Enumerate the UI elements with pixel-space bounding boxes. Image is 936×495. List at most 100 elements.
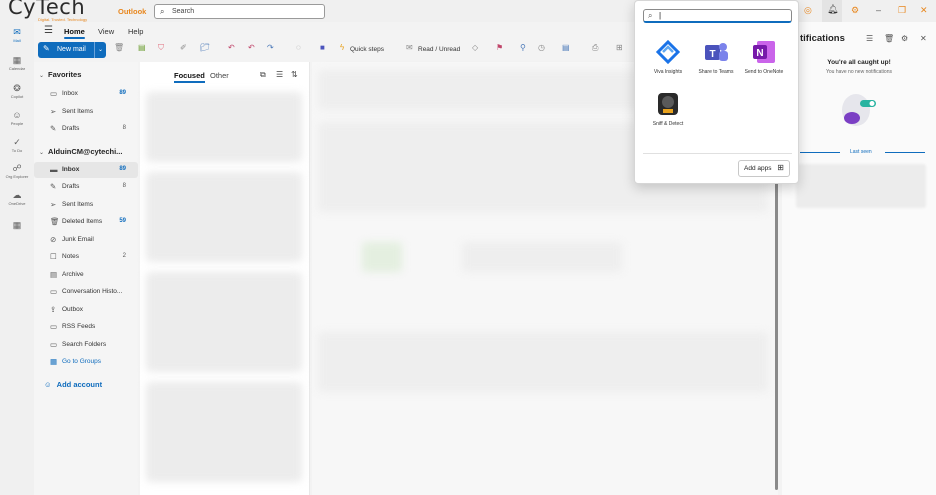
folder-junk[interactable]: ⊘ Junk Email bbox=[34, 232, 138, 248]
tab-focused[interactable]: Focused bbox=[174, 71, 205, 83]
app-sniff-detect[interactable]: Sniff & Detect bbox=[646, 91, 690, 127]
reply-icon[interactable]: ↶ bbox=[228, 43, 235, 52]
read-unread-button[interactable]: Read / Unread bbox=[418, 46, 460, 53]
rail-todo[interactable]: ✓ To Do bbox=[0, 136, 34, 160]
new-mail-button[interactable]: ✎ New mail ⌄ bbox=[38, 42, 106, 58]
filter-icon[interactable]: ☰ bbox=[276, 70, 283, 79]
junk-icon: ⊘ bbox=[50, 235, 57, 244]
tab-view[interactable]: View bbox=[98, 27, 114, 36]
notifications-pane: tifications ☰ 🗑︎ ⚙ ✕ You're all caught u… bbox=[782, 22, 936, 495]
apps-search-input[interactable]: ⌕ | bbox=[643, 9, 792, 23]
select-icon[interactable]: ⧉ bbox=[260, 70, 266, 80]
hamburger-menu-icon[interactable]: ☰ bbox=[44, 25, 53, 36]
tab-help[interactable]: Help bbox=[128, 27, 143, 36]
trash-icon[interactable]: 🗑︎ bbox=[884, 34, 894, 43]
apps-icon[interactable]: ⊞ bbox=[616, 43, 623, 52]
move-to-icon[interactable]: 📁︎ bbox=[200, 43, 210, 52]
folder-inbox[interactable]: ▬ Inbox 89 bbox=[34, 162, 138, 178]
folder-deleted[interactable]: 🗑︎ Deleted Items 59 bbox=[34, 214, 138, 230]
folder-outbox[interactable]: ⇪ Outbox bbox=[34, 302, 138, 318]
app-send-to-onenote[interactable]: N Send to OneNote bbox=[742, 39, 786, 75]
tag-icon[interactable]: ◇ bbox=[472, 43, 478, 52]
teams-icon[interactable]: ■ bbox=[320, 43, 325, 52]
notifications-bell-button[interactable]: 🔔︎ bbox=[822, 0, 842, 22]
read-unread-icon[interactable]: ✉ bbox=[406, 43, 413, 52]
close-window-icon[interactable]: ✕ bbox=[920, 5, 928, 16]
new-mail-dropdown[interactable]: ⌄ bbox=[94, 42, 106, 58]
drafts-icon: ✎ bbox=[50, 124, 57, 133]
delete-icon[interactable]: 🗑︎ bbox=[114, 43, 124, 52]
rules-icon[interactable]: ▤ bbox=[562, 43, 570, 52]
notification-card[interactable] bbox=[796, 164, 926, 208]
forward-icon[interactable]: ↷ bbox=[267, 43, 274, 52]
folder-fav-inbox[interactable]: ▭ Inbox 89 bbox=[34, 86, 138, 102]
folder-conversation-history[interactable]: ▭ Conversation Histo... bbox=[34, 284, 138, 300]
rail-mail[interactable]: ✉ Mail bbox=[0, 26, 34, 50]
viva-insights-icon bbox=[655, 39, 681, 65]
pin-icon[interactable]: ⚲ bbox=[520, 43, 526, 52]
search-box[interactable]: ⌕ Search bbox=[154, 4, 325, 19]
reply-all-icon[interactable]: ↶ bbox=[248, 43, 255, 52]
folder-sent[interactable]: ➢ Sent Items bbox=[34, 197, 138, 213]
folder-notes[interactable]: ☐ Notes 2 bbox=[34, 249, 138, 265]
quick-steps-icon[interactable]: ϟ bbox=[340, 43, 344, 52]
quick-steps-button[interactable]: Quick steps bbox=[350, 46, 384, 53]
tab-home[interactable]: Home bbox=[64, 27, 85, 39]
mail-icon: ✉ bbox=[13, 27, 21, 37]
blurred-message[interactable] bbox=[146, 382, 302, 482]
tab-other[interactable]: Other bbox=[210, 71, 229, 80]
close-icon[interactable]: ✕ bbox=[920, 34, 927, 43]
search-placeholder: Search bbox=[172, 8, 195, 15]
rail-org-explorer[interactable]: ☍ Org Explorer bbox=[0, 162, 34, 186]
favorites-header[interactable]: ⌄ Favorites bbox=[39, 70, 81, 79]
folder-fav-drafts[interactable]: ✎ Drafts 8 bbox=[34, 121, 138, 137]
copilot-top-icon[interactable]: ◎ bbox=[804, 5, 812, 16]
minimize-icon[interactable]: – bbox=[876, 5, 881, 15]
filter-icon[interactable]: ☰ bbox=[866, 34, 873, 43]
rail-apps[interactable]: ▦ bbox=[0, 219, 34, 243]
reading-scrollbar[interactable] bbox=[775, 180, 778, 490]
account-header[interactable]: ⌄ AlduinCM@cytechi... bbox=[39, 147, 122, 156]
message-list: Focused Other ⧉ ☰ ⇅ bbox=[140, 62, 310, 495]
blurred-message[interactable] bbox=[146, 92, 302, 162]
chat-icon[interactable]: ◌ bbox=[296, 43, 301, 52]
add-account-button[interactable]: ☺ Add account bbox=[44, 380, 102, 389]
folder-drafts[interactable]: ✎ Drafts 8 bbox=[34, 179, 138, 195]
copilot-icon: ❂ bbox=[13, 83, 21, 93]
onedrive-icon: ☁ bbox=[12, 190, 22, 200]
report-icon[interactable]: ⛉ bbox=[158, 43, 164, 53]
restore-icon[interactable]: ❐ bbox=[898, 5, 906, 16]
gear-icon[interactable]: ⚙ bbox=[901, 34, 908, 43]
rail-copilot[interactable]: ❂ Copilot bbox=[0, 82, 34, 106]
folder-archive[interactable]: ▤ Archive bbox=[34, 267, 138, 283]
folder-icon: ▭ bbox=[50, 322, 58, 331]
sweep-icon[interactable]: ✐ bbox=[180, 43, 187, 52]
ribbon-tabs: ☰ Home View Help bbox=[34, 22, 634, 40]
ribbon-toolbar: ✎ New mail ⌄ 🗑︎ ▤ ⛉ ✐ 📁︎ ↶ ↶ ↷ ◌ ■ ϟ Qui… bbox=[38, 40, 634, 60]
search-icon: ⌕ bbox=[648, 11, 653, 20]
todo-icon: ✓ bbox=[13, 137, 21, 147]
blurred-content bbox=[318, 332, 768, 392]
compose-icon: ✎ bbox=[43, 44, 50, 53]
blurred-content bbox=[362, 242, 402, 272]
blurred-message[interactable] bbox=[146, 272, 302, 372]
print-icon[interactable]: ⎙ bbox=[592, 43, 598, 53]
flag-icon[interactable]: ⚑ bbox=[496, 43, 503, 52]
rail-calendar[interactable]: ▦ Calendar bbox=[0, 54, 34, 78]
text-cursor: | bbox=[659, 11, 662, 20]
app-viva-insights[interactable]: Viva Insights bbox=[646, 39, 690, 75]
folder-search-folders[interactable]: ▭ Search Folders bbox=[34, 337, 138, 353]
blurred-content bbox=[462, 242, 622, 272]
go-to-groups-link[interactable]: ▦ Go to Groups bbox=[34, 354, 138, 370]
snooze-icon[interactable]: ◷ bbox=[538, 43, 545, 52]
add-apps-button[interactable]: Add apps ⊞ bbox=[738, 160, 790, 177]
app-share-to-teams[interactable]: T Share to Teams bbox=[694, 39, 738, 75]
archive-icon[interactable]: ▤ bbox=[138, 43, 146, 52]
rail-onedrive[interactable]: ☁ OneDrive bbox=[0, 189, 34, 213]
folder-fav-sent[interactable]: ➢ Sent Items bbox=[34, 104, 138, 120]
folder-rss[interactable]: ▭ RSS Feeds bbox=[34, 319, 138, 335]
settings-gear-icon[interactable]: ⚙ bbox=[851, 5, 859, 16]
blurred-message[interactable] bbox=[146, 172, 302, 262]
rail-people[interactable]: ☺ People bbox=[0, 109, 34, 133]
sort-icon[interactable]: ⇅ bbox=[291, 70, 298, 79]
